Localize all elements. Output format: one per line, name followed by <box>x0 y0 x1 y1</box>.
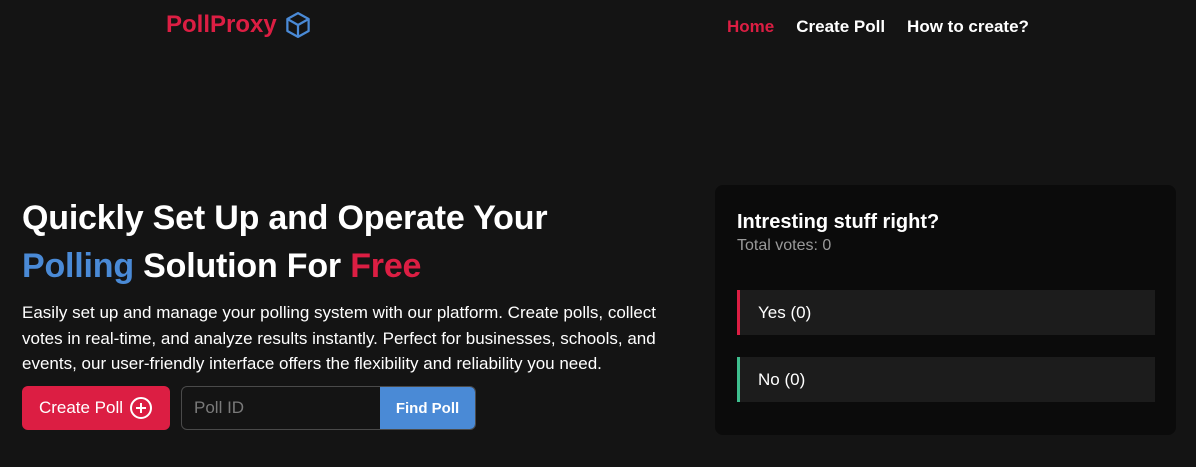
option-color-bar <box>737 290 740 335</box>
poll-id-input[interactable] <box>182 387 380 429</box>
nav-home[interactable]: Home <box>727 17 774 37</box>
find-poll-group: Find Poll <box>181 386 476 430</box>
poll-option-no[interactable]: No (0) <box>737 357 1155 402</box>
create-poll-button[interactable]: Create Poll <box>22 386 170 430</box>
hero-actions: Create Poll Find Poll <box>22 386 476 430</box>
cube-icon <box>285 12 310 38</box>
nav-how-to-create[interactable]: How to create? <box>907 17 1029 37</box>
poll-option-yes[interactable]: Yes (0) <box>737 290 1155 335</box>
headline-middle: Solution For <box>133 247 351 285</box>
plus-circle-icon <box>130 397 153 419</box>
hero-description: Easily set up and manage your polling sy… <box>22 303 657 373</box>
top-navbar: PollProxy Home Create Poll How to create… <box>0 0 1196 56</box>
poll-question: Intresting stuff right? <box>737 211 940 233</box>
headline-highlight-free: Free <box>350 247 422 285</box>
poll-option-label: No (0) <box>758 369 806 389</box>
create-poll-label: Create Poll <box>38 398 124 417</box>
poll-total-votes: Total votes: 0 <box>737 237 832 254</box>
headline-line1: Quickly Set Up and Operate Your <box>22 199 548 237</box>
main-nav: Home Create Poll How to create? <box>727 17 1029 37</box>
brand-name: PollProxy <box>166 11 277 38</box>
brand-logo[interactable]: PollProxy <box>166 10 313 40</box>
option-color-bar <box>737 357 740 402</box>
hero-section: Quickly Set Up and Operate Your Polling … <box>22 194 692 377</box>
poll-preview-card: Intresting stuff right? Total votes: 0 Y… <box>715 185 1176 435</box>
nav-create-poll[interactable]: Create Poll <box>796 17 885 37</box>
headline-highlight-polling: Polling <box>22 247 134 285</box>
poll-option-label: Yes (0) <box>758 302 812 322</box>
find-poll-button[interactable]: Find Poll <box>380 387 475 429</box>
hero-headline: Quickly Set Up and Operate Your Polling … <box>22 194 692 290</box>
